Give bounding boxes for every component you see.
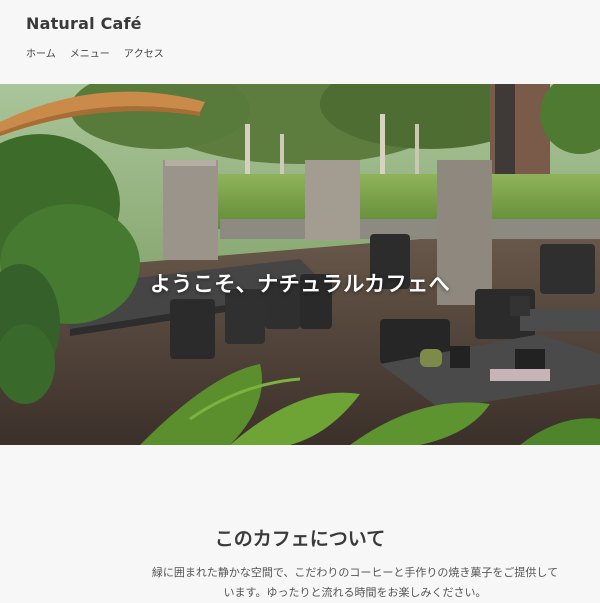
- nav-item-home[interactable]: ホーム: [26, 45, 56, 60]
- hero-heading: ようこそ、ナチュラルカフェへ: [149, 272, 451, 297]
- main-nav: ホーム メニュー アクセス: [26, 45, 164, 60]
- about-title: このカフェについて: [214, 527, 386, 550]
- nav-item-access[interactable]: アクセス: [124, 45, 164, 60]
- site-title[interactable]: Natural Café: [26, 14, 142, 33]
- about-section: このカフェについて 緑に囲まれた静かな空間で、こだわりのコーヒーと手作りの焼き菓…: [0, 445, 600, 600]
- nav-item-menu[interactable]: メニュー: [70, 45, 110, 60]
- site-header: Natural Café ホーム メニュー アクセス: [0, 0, 600, 84]
- hero-cafe-terrace-image: [0, 84, 600, 445]
- hero-banner: ようこそ、ナチュラルカフェへ: [0, 84, 600, 445]
- about-body: 緑に囲まれた静かな空間で、こだわりのコーヒーと手作りの焼き菓子をご提供しています…: [151, 566, 559, 599]
